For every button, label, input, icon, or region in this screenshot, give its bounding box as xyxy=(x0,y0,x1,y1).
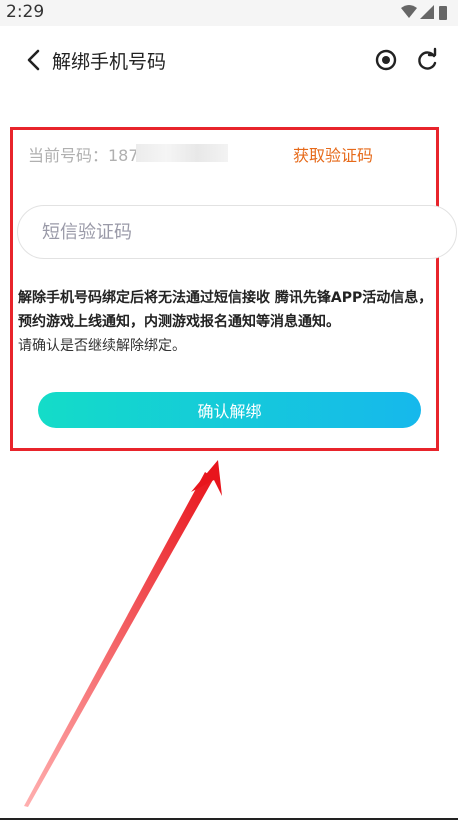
phone-number-mask xyxy=(136,144,228,162)
refresh-icon[interactable] xyxy=(414,47,440,73)
signal-icon xyxy=(420,5,434,19)
battery-icon xyxy=(439,6,447,20)
wifi-icon xyxy=(401,5,417,18)
sms-code-input[interactable] xyxy=(17,205,457,259)
back-icon[interactable] xyxy=(20,46,48,74)
page-title: 解绑手机号码 xyxy=(52,51,167,73)
status-bar: 2:29 xyxy=(0,0,458,26)
get-code-button[interactable]: 获取验证码 xyxy=(293,142,373,166)
unbind-notice: 解除手机号码绑定后将无法通过短信接收 腾讯先锋APP活动信息，预约游戏上线通知，… xyxy=(18,286,442,358)
status-time: 2:29 xyxy=(6,2,45,22)
current-phone-label: 当前号码：187 xyxy=(28,146,139,165)
arrow-head xyxy=(191,460,222,496)
notice-confirm-text: 请确认是否继续解除绑定。 xyxy=(18,338,186,354)
arrow-shaft xyxy=(24,472,214,807)
nav-bar: 解绑手机号码 xyxy=(0,34,458,84)
notice-bold-text: 解除手机号码绑定后将无法通过短信接收 腾讯先锋APP活动信息，预约游戏上线通知，… xyxy=(18,290,433,330)
confirm-unbind-button[interactable]: 确认解绑 xyxy=(38,392,421,428)
status-icons xyxy=(401,5,447,20)
record-icon[interactable] xyxy=(373,47,399,73)
